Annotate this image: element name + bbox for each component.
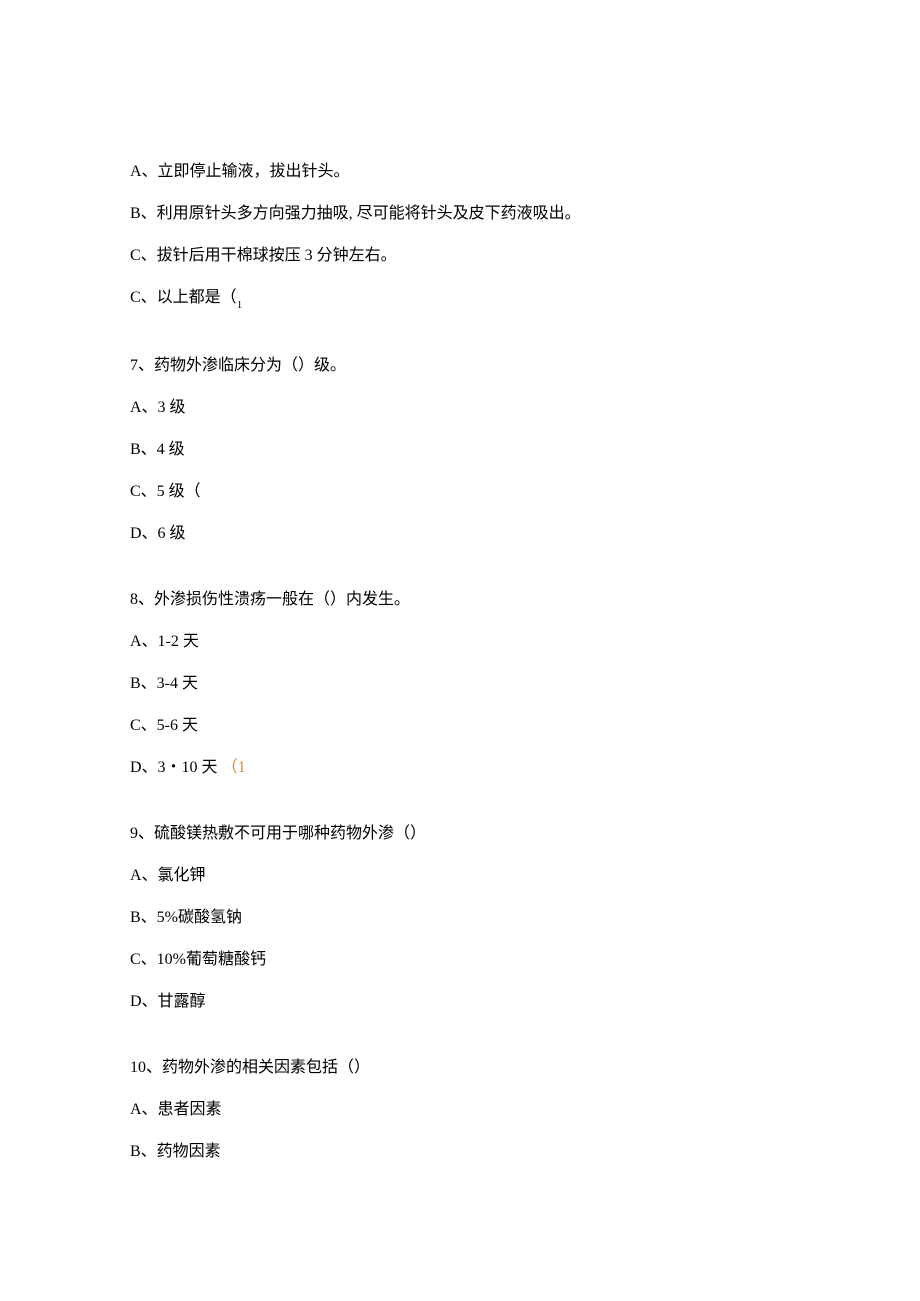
q6-option-a: A、立即停止输液，拔出针头。 xyxy=(130,160,790,184)
q9-option-b: B、5%碳酸氢钠 xyxy=(130,906,790,930)
q8-stem: 8、外渗损伤性溃疡一般在（）内发生。 xyxy=(130,588,790,612)
q6-option-b: B、利用原针头多方向强力抽吸, 尽可能将针头及皮下药液吸出。 xyxy=(130,202,790,226)
q10-option-a: A、患者因素 xyxy=(130,1098,790,1122)
q8-option-b: B、3-4 天 xyxy=(130,672,790,696)
q7-option-d: D、6 级 xyxy=(130,522,790,546)
q9-stem: 9、硫酸镁热敷不可用于哪种药物外渗（） xyxy=(130,822,790,846)
q10-option-b: B、药物因素 xyxy=(130,1140,790,1164)
q8-d-orange: （1 xyxy=(222,759,246,776)
q8-option-c: C、5-6 天 xyxy=(130,714,790,738)
q9-option-a: A、氯化钾 xyxy=(130,864,790,888)
q6-c2-text: C、以上都是（ xyxy=(130,289,237,306)
spacer xyxy=(130,1032,790,1056)
q6-option-c: C、拔针后用干棉球按压 3 分钟左右。 xyxy=(130,244,790,268)
q7-option-b: B、4 级 xyxy=(130,438,790,462)
q7-option-c: C、5 级（ xyxy=(130,480,790,504)
document-page: A、立即停止输液，拔出针头。 B、利用原针头多方向强力抽吸, 尽可能将针头及皮下… xyxy=(0,0,920,1301)
q7-option-a: A、3 级 xyxy=(130,396,790,420)
q7-stem: 7、药物外渗临床分为（）级。 xyxy=(130,354,790,378)
q10-stem: 10、药物外渗的相关因素包括（） xyxy=(130,1056,790,1080)
q8-d-text: D、3・10 天 xyxy=(130,759,222,776)
q9-option-c: C、10%葡萄糖酸钙 xyxy=(130,948,790,972)
q8-option-d: D、3・10 天 （1 xyxy=(130,756,790,780)
q6-option-c2: C、以上都是（1 xyxy=(130,286,790,312)
spacer xyxy=(130,330,790,354)
q6-c2-subscript: 1 xyxy=(237,299,243,311)
q9-option-d: D、甘露醇 xyxy=(130,990,790,1014)
q8-option-a: A、1-2 天 xyxy=(130,630,790,654)
spacer xyxy=(130,798,790,822)
spacer xyxy=(130,564,790,588)
